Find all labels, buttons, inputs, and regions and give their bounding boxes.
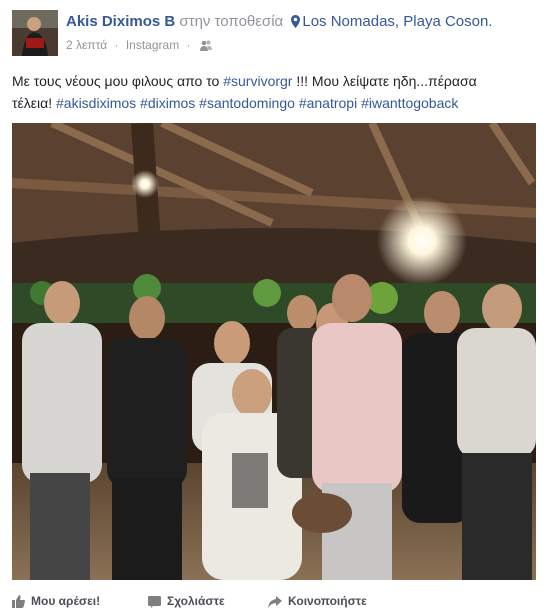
post-message: Με τους νέους μου φιλους απο το #survivo… bbox=[12, 70, 538, 114]
facebook-post: Akis Diximos B στην τοποθεσία Los Nomada… bbox=[0, 0, 550, 611]
share-label: Κοινοποιήστε bbox=[288, 594, 367, 608]
post-text-part: !!! Μου λείψατε ηδη...πέρασα bbox=[296, 73, 477, 89]
hashtag-link[interactable]: #diximos bbox=[140, 95, 195, 111]
comment-label: Σχολιάστε bbox=[167, 594, 225, 608]
like-label: Μου αρέσει! bbox=[31, 594, 101, 608]
thumbs-up-icon bbox=[12, 595, 25, 611]
author-name[interactable]: Akis Diximos B bbox=[66, 13, 175, 30]
comment-icon bbox=[148, 596, 161, 611]
post-time[interactable]: 2 λεπτά bbox=[66, 38, 107, 52]
post-message-line-2: τέλεια! #akisdiximos #diximos #santodomi… bbox=[12, 92, 538, 114]
post-photo[interactable] bbox=[12, 123, 536, 580]
hashtag-link[interactable]: #santodomingo bbox=[199, 95, 295, 111]
post-message-line-1: Με τους νέους μου φιλους απο το #survivo… bbox=[12, 70, 538, 92]
share-button[interactable]: Κοινοποιήστε bbox=[268, 594, 367, 611]
meta-separator: · bbox=[186, 38, 191, 52]
meta-separator: · bbox=[114, 38, 119, 52]
location-prefix: στην τοποθεσία bbox=[179, 13, 284, 30]
location-link[interactable]: Los Nomadas, Playa Coson. bbox=[302, 13, 492, 30]
post-title-line: Akis Diximos B στην τοποθεσία Los Nomada… bbox=[66, 13, 492, 32]
post-text-part: Με τους νέους μου φιλους απο το bbox=[12, 73, 220, 89]
location-pin-icon bbox=[291, 15, 301, 32]
comment-button[interactable]: Σχολιάστε bbox=[148, 594, 225, 611]
share-icon bbox=[268, 596, 282, 611]
post-source[interactable]: Instagram bbox=[126, 38, 179, 52]
like-button[interactable]: Μου αρέσει! bbox=[12, 594, 100, 611]
post-meta: 2 λεπτά · Instagram · bbox=[66, 38, 212, 54]
hashtag-link[interactable]: #iwanttogoback bbox=[361, 95, 458, 111]
friends-icon[interactable] bbox=[199, 40, 212, 54]
hashtag-link[interactable]: #survivorgr bbox=[223, 73, 292, 89]
post-header: Akis Diximos B στην τοποθεσία Los Nomada… bbox=[12, 10, 542, 58]
hashtag-link[interactable]: #akisdiximos bbox=[56, 95, 136, 111]
hashtag-link[interactable]: #anatropi bbox=[299, 95, 357, 111]
post-actions: Μου αρέσει! Σχολιάστε Κοινοποιήστε bbox=[0, 590, 550, 611]
avatar[interactable] bbox=[12, 10, 58, 56]
post-text-part: τέλεια! bbox=[12, 95, 53, 111]
